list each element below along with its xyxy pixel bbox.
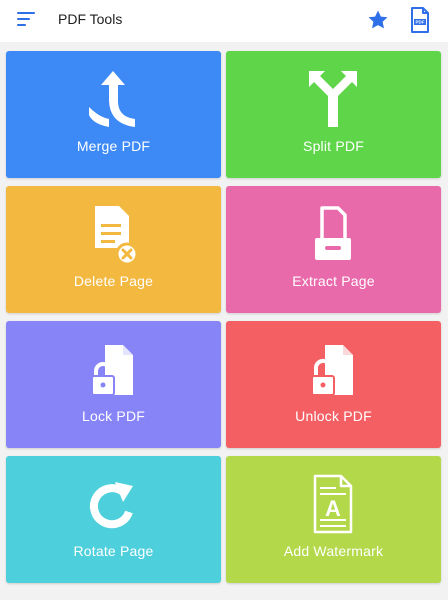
tool-label: Rotate Page (73, 543, 154, 559)
tool-tile-lock-pdf[interactable]: Lock PDF (6, 321, 221, 448)
tool-tile-extract-page[interactable]: Extract Page (226, 186, 441, 313)
tool-tile-delete-page[interactable]: Delete Page (6, 186, 221, 313)
pdf-file-icon-text: PDF (416, 20, 425, 25)
tool-tile-unlock-pdf[interactable]: Unlock PDF (226, 321, 441, 448)
watermark-document-icon: A (313, 474, 353, 534)
watermark-letter: A (325, 496, 341, 521)
app-title: PDF Tools (58, 11, 123, 27)
lock-document-icon (91, 345, 133, 396)
tool-label: Unlock PDF (295, 408, 372, 424)
tool-tile-add-watermark[interactable]: A Add Watermark (226, 456, 441, 583)
tool-label: Merge PDF (76, 138, 151, 154)
delete-document-icon (95, 206, 139, 266)
unlock-document-icon (311, 345, 353, 396)
pdf-file-icon[interactable]: PDF (410, 7, 430, 33)
app-bar: PDF Tools PDF (0, 0, 448, 42)
extract-tray-icon (315, 206, 351, 260)
tool-label: Extract Page (292, 273, 375, 289)
merge-arrows-icon (89, 71, 135, 127)
split-arrows-icon (309, 71, 357, 127)
tool-tile-merge-pdf[interactable]: Merge PDF (6, 51, 221, 178)
tool-label: Add Watermark (283, 543, 384, 559)
menu-icon[interactable] (16, 10, 38, 28)
tool-label: Delete Page (73, 273, 154, 289)
tool-tile-rotate-page[interactable]: Rotate Page (6, 456, 221, 583)
tool-tile-split-pdf[interactable]: Split PDF (226, 51, 441, 178)
rotate-clockwise-icon (90, 482, 133, 529)
tool-label: Lock PDF (81, 408, 146, 424)
tool-label: Split PDF (303, 138, 364, 154)
star-icon[interactable] (366, 8, 390, 32)
